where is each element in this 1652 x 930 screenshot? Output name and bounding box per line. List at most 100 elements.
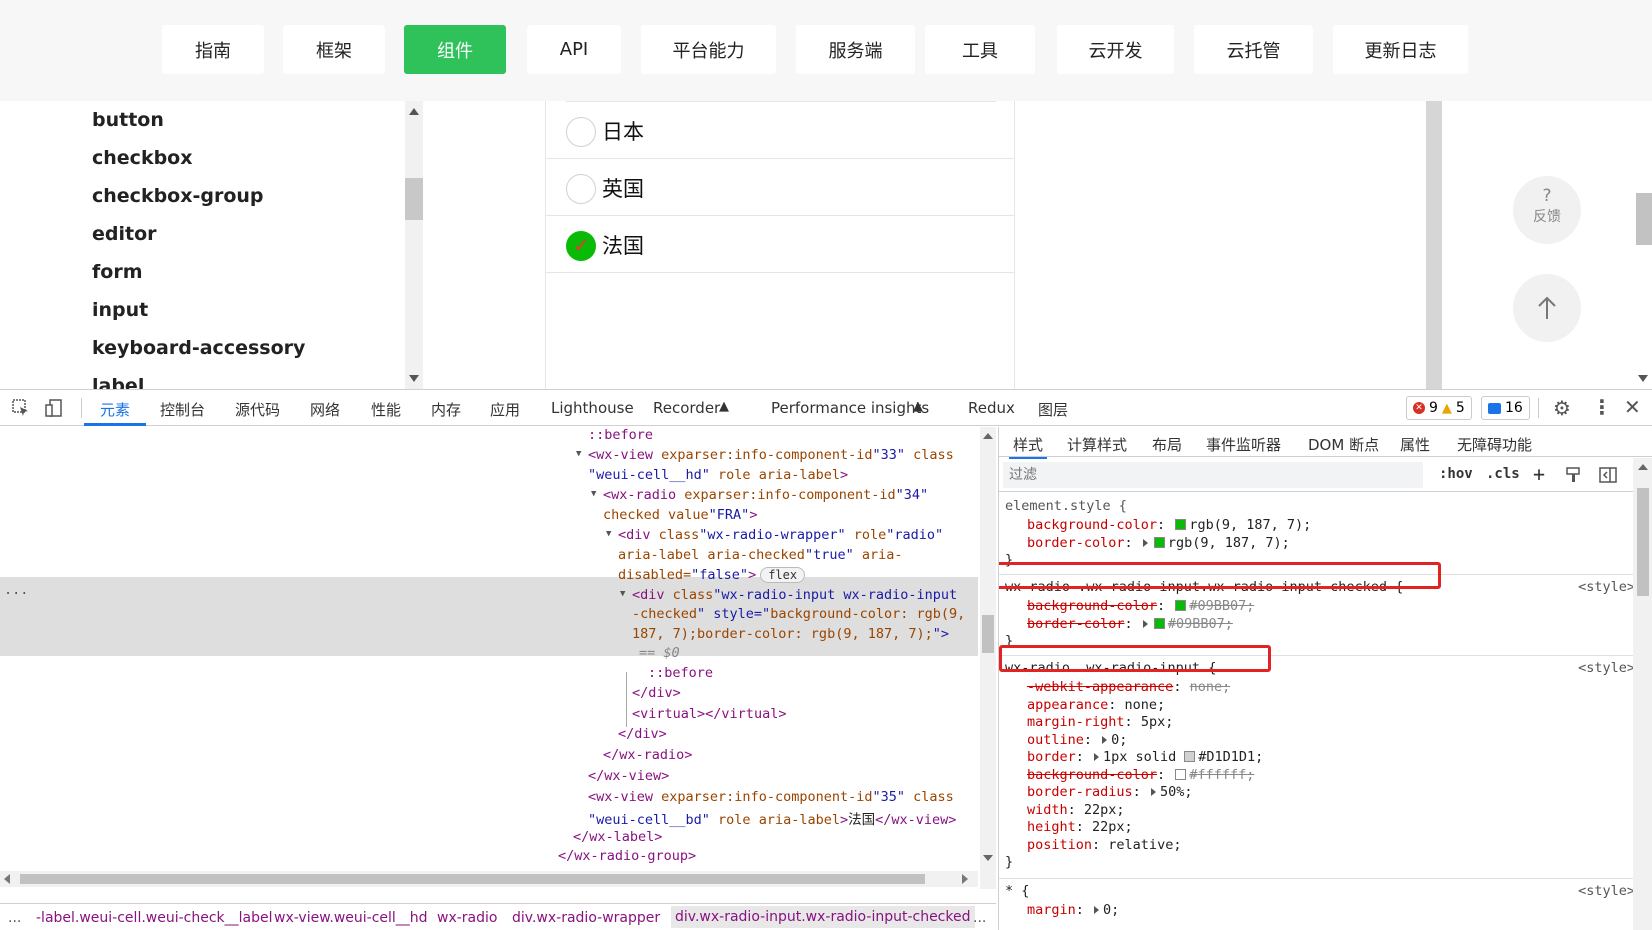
nav-button-8[interactable]: 云托管 [1194,25,1313,74]
scroll-right-icon[interactable] [962,874,968,884]
css-property-value[interactable]: #09BB07; [1189,598,1254,614]
styles-subtab[interactable]: 样式 [1008,434,1048,459]
css-property-name[interactable]: -webkit-appearance [1027,679,1173,695]
nav-button-6[interactable]: 工具 [925,25,1035,74]
devtools-tab[interactable]: Performance insights [771,399,929,417]
dom-node-line[interactable]: checked value"FRA"> [603,507,757,523]
expand-shorthand-icon[interactable] [1094,906,1100,914]
sidebar-item[interactable]: checkbox-group [92,185,264,207]
scroll-down-icon[interactable] [409,375,419,382]
new-style-rule-button[interactable]: + [1533,462,1545,486]
dom-node-line[interactable]: </wx-radio> [603,747,692,763]
back-to-top-button[interactable] [1513,274,1581,342]
nav-button-0[interactable]: 指南 [162,25,264,74]
color-swatch-icon[interactable] [1175,600,1187,611]
breadcrumb-item[interactable]: ... [973,910,986,926]
flex-badge[interactable]: flex [760,567,806,583]
close-devtools-icon[interactable]: ✕ [1624,395,1642,419]
css-declaration[interactable]: margin: 0; [1027,902,1119,918]
sidebar-item[interactable]: checkbox [92,147,192,169]
device-toolbar-icon[interactable] [45,399,63,417]
css-property-name[interactable]: border-radius [1027,784,1133,800]
expand-triangle-icon[interactable]: ▼ [620,589,625,599]
css-property-value[interactable]: 50%; [1160,784,1193,800]
dom-node-line[interactable]: ▼ <div class"wx-radio-wrapper" role"radio… [606,527,943,543]
styles-scroll-thumb[interactable] [1637,488,1649,596]
devtools-tab[interactable]: 性能 [371,399,401,420]
styles-filter-input[interactable] [1003,462,1423,488]
css-property-value[interactable]: rgb(9, 187, 7); [1189,517,1311,533]
css-property-name[interactable]: height [1027,819,1076,835]
nav-button-5[interactable]: 服务端 [796,25,915,74]
radio-option[interactable]: 法国 [546,216,1015,273]
devtools-tab[interactable]: 内存 [431,399,461,420]
css-declaration[interactable]: background-color: #09BB07; [1027,598,1254,614]
css-property-value[interactable]: none; [1125,697,1166,713]
sidebar-item[interactable]: label [92,375,144,389]
node-more-dots[interactable]: ... [4,582,28,598]
dom-node-line[interactable]: ::before [588,427,653,443]
elements-horizontal-scrollbar[interactable] [0,871,978,887]
devtools-tab[interactable]: 应用 [490,399,520,420]
css-declaration[interactable]: position: relative; [1027,837,1181,853]
css-source-link[interactable]: <style> [1578,579,1635,595]
css-property-value[interactable]: 5px; [1141,714,1174,730]
color-swatch-icon[interactable] [1184,751,1196,762]
color-swatch-icon[interactable] [1153,617,1165,629]
hscroll-thumb[interactable] [20,874,925,884]
issues-badge[interactable]: ✕ 9 ▲ 5 [1406,396,1472,420]
color-swatch-icon[interactable] [1153,536,1165,548]
hov-toggle[interactable]: :hov [1439,466,1473,482]
expand-shorthand-icon[interactable] [1102,735,1108,744]
breadcrumb-item[interactable]: div.wx-radio-wrapper [512,910,660,926]
css-property-name[interactable]: background-color [1027,517,1157,533]
expand-triangle-icon[interactable]: ▼ [606,529,611,539]
elements-vertical-scrollbar[interactable] [980,427,996,889]
css-selector[interactable]: element.style { [1005,498,1127,514]
radio-unchecked-icon[interactable] [566,174,596,204]
dom-node-line[interactable]: "weui-cell__bd" role aria-label>法国</wx-v… [588,808,956,828]
dom-node-line[interactable]: </wx-radio-group> [558,848,696,864]
expand-shorthand-icon[interactable] [1142,538,1148,547]
sidebar-item[interactable]: form [92,261,143,283]
css-selector[interactable]: * { [1005,883,1029,899]
window-scrollbar[interactable] [1632,101,1652,389]
css-property-name[interactable]: position [1027,837,1092,853]
css-declaration[interactable]: border: 1px solid #D1D1D1; [1027,749,1263,765]
sidebar-scroll-thumb[interactable] [405,178,423,220]
color-swatch-icon[interactable] [1175,519,1187,530]
toggle-sidebar-icon[interactable] [1599,466,1617,484]
devtools-tab[interactable]: 图层 [1038,399,1068,420]
cls-toggle[interactable]: .cls [1486,466,1520,482]
dom-node-line[interactable]: </div> [632,685,681,701]
breadcrumb-item[interactable]: wx-radio [437,910,497,926]
devtools-tab[interactable]: 源代码 [235,399,280,420]
dom-node-line[interactable]: ▼ <wx-view exparser:info-component-id"33"… [576,447,954,463]
styles-scroll-up-icon[interactable] [1638,464,1648,470]
css-property-value[interactable]: #09BB07; [1168,616,1233,632]
css-declaration[interactable]: border-radius: 50%; [1027,784,1192,800]
dom-node-line[interactable]: disabled="false"> flex [618,567,806,583]
css-declaration[interactable]: -webkit-appearance: none; [1027,679,1230,695]
css-property-value[interactable]: #ffffff; [1189,767,1254,783]
css-property-name[interactable]: appearance [1027,697,1108,713]
styles-subtab[interactable]: 无障碍功能 [1457,434,1532,455]
styles-subtab[interactable]: 计算样式 [1067,434,1127,455]
radio-option[interactable]: 日本 [546,102,1015,159]
nav-button-2[interactable]: 组件 [404,25,506,74]
styles-subtab[interactable]: 事件监听器 [1206,434,1281,455]
radio-checked-icon[interactable] [566,231,596,261]
scroll-up-icon[interactable] [409,108,419,115]
expand-triangle-icon[interactable]: ▼ [576,449,581,459]
dom-node-line[interactable]: "weui-cell__hd" role aria-label> [588,467,848,483]
expand-shorthand-icon[interactable] [1150,788,1156,796]
page-scrollbar[interactable] [1426,101,1442,389]
css-property-value[interactable]: relative; [1108,837,1181,853]
sidebar-item[interactable]: editor [92,223,157,245]
css-declaration[interactable]: border-color: rgb(9, 187, 7); [1027,535,1290,551]
styles-subtab[interactable]: 属性 [1400,434,1430,455]
dom-node-line[interactable]: <wx-view exparser:info-component-id"35" … [588,789,954,805]
window-scroll-down-icon[interactable] [1638,375,1648,382]
css-property-name[interactable]: margin-right [1027,714,1125,730]
window-scroll-thumb[interactable] [1636,193,1652,245]
